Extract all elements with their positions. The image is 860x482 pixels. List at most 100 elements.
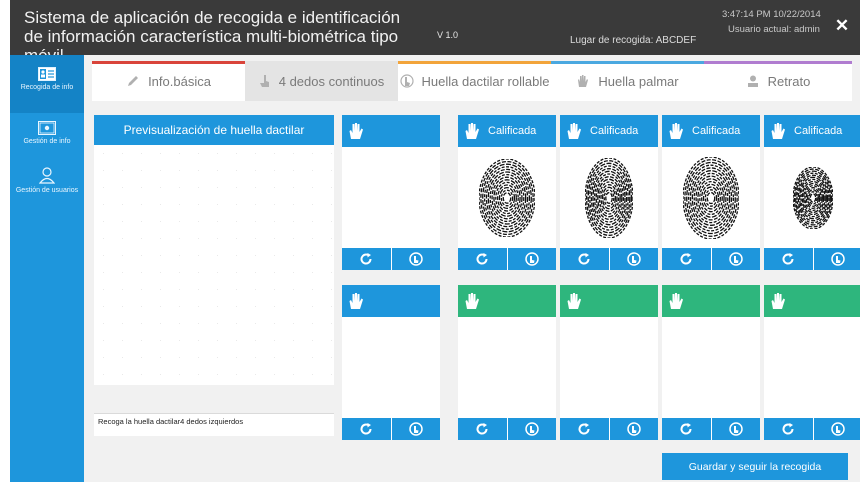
capture-button[interactable] <box>608 418 659 440</box>
title-bar: Sistema de aplicación de recogida e iden… <box>10 0 860 65</box>
hand-icon <box>669 293 683 309</box>
hand-icon <box>465 293 479 309</box>
finger-card-actions <box>342 418 440 440</box>
retake-button[interactable] <box>662 248 711 270</box>
tab-huella-palmar[interactable]: Huella palmar <box>551 61 704 101</box>
sidebar-item-gestion-info[interactable]: Gestión de info <box>10 121 84 161</box>
retake-button[interactable] <box>560 418 609 440</box>
capture-button[interactable] <box>710 248 761 270</box>
retake-button[interactable] <box>342 418 391 440</box>
finger-card-header: Calificada <box>560 115 658 147</box>
retake-button[interactable] <box>764 248 813 270</box>
finger-capture-area <box>560 147 658 248</box>
tab-label: Info.básica <box>148 73 211 89</box>
tab-retrato[interactable]: Retrato <box>704 61 852 101</box>
finger-status-label: Calificada <box>794 125 843 137</box>
capture-button[interactable] <box>390 248 441 270</box>
folder-icon <box>38 121 56 135</box>
hand-icon <box>567 293 581 309</box>
rolling-finger-icon <box>399 74 414 88</box>
refresh-icon <box>360 253 372 265</box>
tab-bar: Info.básica 4 dedos continuos Huella dac… <box>92 61 852 101</box>
fingerprint-image <box>479 158 535 237</box>
capture-button[interactable] <box>506 418 557 440</box>
finger-card-actions <box>458 418 556 440</box>
retake-button[interactable] <box>458 248 507 270</box>
retake-button[interactable] <box>560 248 609 270</box>
finger-capture-area <box>458 317 556 418</box>
tab-color-bar <box>245 61 398 64</box>
finger-card-header <box>342 115 440 147</box>
close-button[interactable]: ✕ <box>832 16 852 36</box>
capture-button[interactable] <box>812 248 860 270</box>
retake-button[interactable] <box>342 248 391 270</box>
finger-card-header <box>342 285 440 317</box>
tab-label: Huella palmar <box>598 73 679 89</box>
tab-huella-rollable[interactable]: Huella dactilar rollable <box>398 61 551 101</box>
capture-button[interactable] <box>710 418 761 440</box>
capture-button[interactable] <box>608 248 659 270</box>
sidebar: Recogida de info Gestión de info Gestión… <box>10 55 84 482</box>
refresh-icon <box>578 423 590 435</box>
tab-4-dedos[interactable]: 4 dedos continuos <box>245 61 398 101</box>
palm-icon <box>578 75 589 87</box>
finger-capture-area <box>662 317 760 418</box>
fingerprint-icon <box>525 252 539 266</box>
fingerprint-icon <box>525 422 539 436</box>
finger-capture-area <box>764 147 860 248</box>
finger-capture-area <box>342 147 440 248</box>
tab-color-bar <box>92 61 245 64</box>
clock-timestamp: 3:47:14 PM 10/22/2014 <box>722 9 821 20</box>
finger-card-header: Calificada <box>764 115 860 147</box>
finger-capture-area <box>662 147 760 248</box>
finger-card-actions <box>662 418 760 440</box>
capture-instruction: Recoga la huella dactilar4 dedos izquier… <box>94 413 334 436</box>
sidebar-item-recogida[interactable]: Recogida de info <box>10 55 84 113</box>
fingerprint-icon <box>627 252 641 266</box>
finger-status-label: Calificada <box>692 125 741 137</box>
tab-color-bar <box>704 61 852 64</box>
hand-icon <box>349 123 363 139</box>
refresh-icon <box>680 253 692 265</box>
refresh-icon <box>476 423 488 435</box>
finger-status-label: Calificada <box>590 125 639 137</box>
capture-button[interactable] <box>506 248 557 270</box>
retake-button[interactable] <box>764 418 813 440</box>
retake-button[interactable] <box>458 418 507 440</box>
finger-card-actions <box>342 248 440 270</box>
pencil-icon <box>128 76 139 86</box>
finger-icon <box>259 75 269 87</box>
finger-card-actions <box>458 248 556 270</box>
hand-icon <box>771 293 785 309</box>
refresh-icon <box>680 423 692 435</box>
hand-icon <box>771 123 785 139</box>
sidebar-item-label: Recogida de info <box>20 84 74 91</box>
finger-status-label: Calificada <box>488 125 537 137</box>
version-label: V 1.0 <box>437 30 459 40</box>
capture-button[interactable] <box>390 418 441 440</box>
tab-info-basica[interactable]: Info.básica <box>92 61 245 101</box>
sidebar-item-label: Gestión de info <box>23 138 71 145</box>
save-continue-button[interactable]: Guardar y seguir la recogida <box>662 453 848 480</box>
finger-card-header <box>458 285 556 317</box>
tab-label: Huella dactilar rollable <box>421 73 550 89</box>
sidebar-item-gestion-usuarios[interactable]: Gestión de usuarios <box>10 167 84 211</box>
hand-icon <box>669 123 683 139</box>
fingerprint-icon <box>729 422 743 436</box>
finger-card-actions <box>764 248 860 270</box>
retake-button[interactable] <box>662 418 711 440</box>
tab-label: 4 dedos continuos <box>278 73 385 89</box>
person-icon <box>747 75 758 87</box>
fingerprint-icon <box>627 422 641 436</box>
tab-label: Retrato <box>767 73 811 89</box>
collection-location: Lugar de recogida: ABCDEF <box>570 35 697 46</box>
finger-capture-area <box>764 317 860 418</box>
fingerprint-image <box>683 156 739 239</box>
preview-background <box>94 145 334 385</box>
capture-button[interactable] <box>812 418 860 440</box>
finger-card-header <box>764 285 860 317</box>
sidebar-item-label: Gestión de usuarios <box>15 187 79 194</box>
fingerprint-icon <box>409 422 423 436</box>
finger-capture-area <box>342 317 440 418</box>
hand-icon <box>567 123 581 139</box>
